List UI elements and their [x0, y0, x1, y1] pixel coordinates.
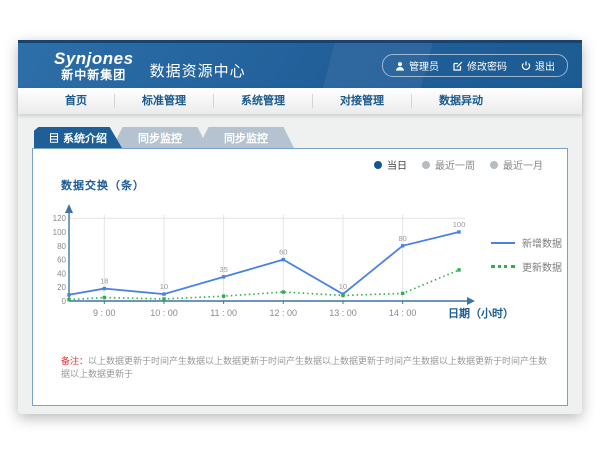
chart-data-point — [401, 244, 404, 247]
chart-x-tick-label: 12 : 00 — [270, 308, 298, 318]
tab-label: 同步监控 — [138, 130, 182, 146]
legend-line-sample — [491, 242, 515, 244]
chart-data-point — [103, 287, 106, 290]
nav-item-4[interactable]: 数据异动 — [412, 94, 510, 108]
legend-label: 更新数据 — [522, 259, 562, 274]
tab-label: 系统介绍 — [63, 130, 107, 146]
chart-data-point — [162, 292, 165, 295]
chart-point-value-label: 10 — [339, 282, 347, 291]
chart-y-tick-label: 60 — [57, 256, 66, 265]
chart-data-point — [401, 292, 404, 295]
chart-x-tick-label: 14 : 00 — [389, 308, 417, 318]
chart-y-tick-label: 20 — [57, 283, 66, 292]
chart-data-point — [103, 296, 106, 299]
user-icon — [395, 61, 405, 71]
user-menu: 管理员 修改密码 退出 — [382, 54, 568, 77]
filter-label: 最近一周 — [435, 157, 475, 172]
tab-0[interactable]: 系统介绍 — [34, 127, 122, 148]
chart-data-point — [162, 297, 165, 300]
chart-y-tick-label: 0 — [62, 297, 67, 306]
page-title: 数据资源中心 — [150, 60, 246, 81]
main-nav: 首页标准管理系统管理对接管理数据异动 — [18, 88, 582, 114]
chart-data-point — [282, 290, 285, 293]
chart-x-axis-arrow-icon — [467, 297, 475, 305]
chart-x-tick-label: 9 : 00 — [93, 308, 116, 318]
footnote-text: 以上数据更新于时间产生数据以上数据更新于时间产生数据以上数据更新于时间产生数据以… — [61, 356, 547, 379]
chart-y-tick-label: 100 — [53, 228, 67, 237]
chart-point-value-label: 100 — [453, 220, 466, 229]
chart-point-value-label: 80 — [398, 234, 406, 243]
chart-data-point — [341, 294, 344, 297]
logo-primary-text: Synjones — [54, 50, 134, 67]
chart-data-point — [282, 258, 285, 261]
radio-dot-icon — [374, 161, 382, 169]
nav-item-3[interactable]: 对接管理 — [313, 94, 412, 108]
tab-2[interactable]: 同步监控 — [198, 127, 294, 148]
legend-item-0: 新增数据 — [491, 235, 562, 250]
user-menu-item-label: 修改密码 — [467, 58, 507, 73]
filter-radio-0[interactable]: 当日 — [374, 157, 407, 172]
chart-point-value-label: 60 — [279, 248, 287, 257]
chart-x-tick-label: 11 : 00 — [210, 308, 237, 318]
chart-data-point — [67, 293, 70, 296]
nav-item-1[interactable]: 标准管理 — [115, 94, 214, 108]
chart-data-point — [222, 294, 225, 297]
radio-dot-icon — [422, 161, 430, 169]
line-chart-svg: 0 20 40 60 80 100 120 9 : 00 10 : 00 11 : 00 12 : … — [53, 198, 493, 328]
chart-data-point — [67, 298, 70, 301]
header: Synjones 新中新集团 数据资源中心 管理员 修改密码 退出 — [18, 40, 582, 88]
radio-dot-icon — [490, 161, 498, 169]
legend-label: 新增数据 — [522, 235, 562, 250]
chart-y-axis-title: 数据交换（条） — [61, 177, 145, 193]
chart-data-point — [457, 268, 460, 271]
chart-point-value-label: 35 — [219, 265, 227, 274]
chart-legend: 新增数据更新数据 — [491, 235, 562, 274]
chart-series-line-1 — [69, 270, 459, 300]
user-menu-item-1[interactable]: 修改密码 — [453, 58, 507, 73]
legend-item-1: 更新数据 — [491, 259, 562, 274]
chart-y-tick-label: 80 — [57, 242, 66, 251]
chart-data-point — [222, 275, 225, 278]
time-range-filters: 当日 最近一周 最近一月 — [374, 157, 543, 172]
filter-radio-1[interactable]: 最近一周 — [422, 157, 475, 172]
document-icon — [49, 133, 59, 143]
nav-item-2[interactable]: 系统管理 — [214, 94, 313, 108]
filter-label: 当日 — [387, 157, 407, 172]
app-window: Synjones 新中新集团 数据资源中心 管理员修改密码退出 首页标准管理系统… — [18, 40, 582, 414]
chart-y-tick-label: 120 — [53, 214, 67, 223]
logo-secondary-text: 新中新集团 — [61, 69, 126, 81]
footnote-label: 备注： — [61, 356, 88, 366]
chart-x-tick-label: 13 : 00 — [329, 308, 357, 318]
chart: 0 20 40 60 80 100 120 9 : 00 10 : 00 11 : 00 12 : … — [53, 198, 493, 328]
footnote: 备注：以上数据更新于时间产生数据以上数据更新于时间产生数据以上数据更新于时间产生… — [61, 355, 549, 380]
chart-y-tick-label: 40 — [57, 269, 66, 278]
company-logo: Synjones 新中新集团 — [54, 50, 134, 81]
chart-point-value-label: 18 — [100, 277, 108, 286]
edit-icon — [453, 61, 463, 71]
chart-x-tick-label: 10 : 00 — [150, 308, 178, 318]
filter-radio-2[interactable]: 最近一月 — [490, 157, 543, 172]
user-menu-item-label: 管理员 — [409, 58, 439, 73]
filter-label: 最近一月 — [503, 157, 543, 172]
power-icon — [521, 61, 531, 71]
user-menu-item-2[interactable]: 退出 — [521, 58, 555, 73]
chart-x-axis-title: 日期（小时） — [448, 305, 514, 321]
legend-line-sample — [491, 265, 515, 268]
user-menu-item-0[interactable]: 管理员 — [395, 58, 439, 73]
tab-label: 同步监控 — [224, 130, 268, 146]
chart-point-value-label: 10 — [160, 282, 168, 291]
nav-item-0[interactable]: 首页 — [38, 94, 115, 108]
chart-data-point — [457, 230, 460, 233]
tab-1[interactable]: 同步监控 — [112, 127, 208, 148]
chart-y-axis-arrow-icon — [65, 204, 73, 213]
tab-bar: 系统介绍 同步监控 同步监控 — [32, 127, 568, 148]
content-area: 系统介绍 同步监控 同步监控 当日 最近一周 最近一月 数据交换（条） 0 20 40 60 8… — [18, 114, 582, 414]
main-panel: 当日 最近一周 最近一月 数据交换（条） 0 20 40 60 80 100 120 9 : 00… — [32, 148, 568, 406]
user-menu-item-label: 退出 — [535, 58, 555, 73]
